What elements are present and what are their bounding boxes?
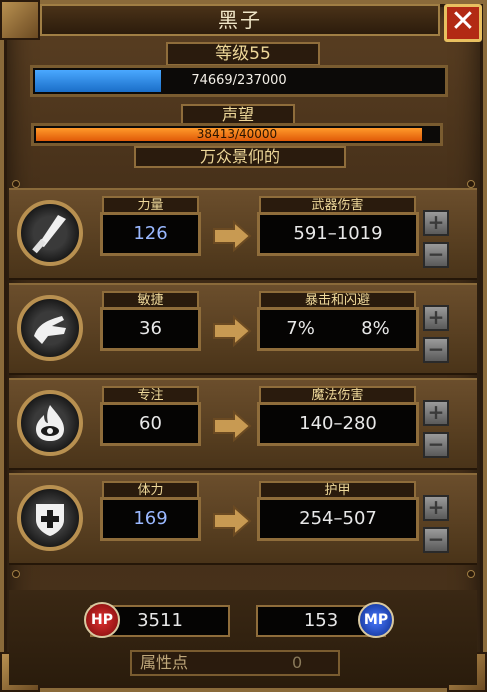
window-title: 黑子 xyxy=(40,4,440,36)
minus-button[interactable]: − xyxy=(423,527,449,553)
stat-value: 36 xyxy=(100,307,201,351)
rivet xyxy=(12,570,20,578)
shield-icon xyxy=(17,485,83,551)
hp-orb: HP xyxy=(84,602,120,638)
rivet xyxy=(467,570,475,578)
stat-panel-agility: 敏捷 36 暴击和闪避 7% 8% + − xyxy=(9,283,477,375)
stat-value: 60 xyxy=(100,402,201,446)
arrow-right-icon xyxy=(213,410,252,442)
rivet xyxy=(12,180,20,188)
attribute-points-value: 0 xyxy=(292,653,303,672)
reputation-bar: 38413/40000 xyxy=(31,123,443,146)
minus-button[interactable]: − xyxy=(423,432,449,458)
xp-bar: 74669/237000 xyxy=(30,65,448,97)
minus-button[interactable]: − xyxy=(423,337,449,363)
rivet xyxy=(467,180,475,188)
plus-button[interactable]: + xyxy=(423,305,449,331)
stat-panel-strength: 力量 126 武器伤害 591–1019 + − xyxy=(9,188,477,280)
eye-fire-icon xyxy=(17,390,83,456)
dodge-value: 8% xyxy=(361,318,390,339)
stat-panel-focus: 专注 60 魔法伤害 140–280 + − xyxy=(9,378,477,470)
reputation-rank: 万众景仰的 xyxy=(134,146,346,168)
attribute-points-label: 属性点 xyxy=(140,653,189,672)
plus-button[interactable]: + xyxy=(423,400,449,426)
close-button[interactable]: ✕ xyxy=(444,4,482,42)
reputation-text: 38413/40000 xyxy=(196,127,278,141)
arrow-right-icon xyxy=(213,220,252,252)
xp-text: 74669/237000 xyxy=(191,73,287,88)
mp-orb: MP xyxy=(358,602,394,638)
sword-icon xyxy=(17,200,83,266)
minus-button[interactable]: − xyxy=(423,242,449,268)
stat-panel-stamina: 体力 169 护甲 254–507 + − xyxy=(9,473,477,565)
effect-value: 591–1019 xyxy=(257,212,419,256)
plus-button[interactable]: + xyxy=(423,210,449,236)
effect-value: 140–280 xyxy=(257,402,419,446)
attribute-points: 属性点 0 xyxy=(130,650,340,676)
plus-button[interactable]: + xyxy=(423,495,449,521)
stat-value: 169 xyxy=(100,497,201,541)
effect-value: 254–507 xyxy=(257,497,419,541)
frame-corner xyxy=(0,0,40,40)
crit-value: 7% xyxy=(286,318,315,339)
level-label: 等级55 xyxy=(166,42,320,66)
stat-value: 126 xyxy=(100,212,201,256)
arrow-right-icon xyxy=(213,505,252,537)
arrow-right-icon xyxy=(213,315,252,347)
effect-value: 7% 8% xyxy=(257,307,419,351)
hand-icon xyxy=(17,295,83,361)
